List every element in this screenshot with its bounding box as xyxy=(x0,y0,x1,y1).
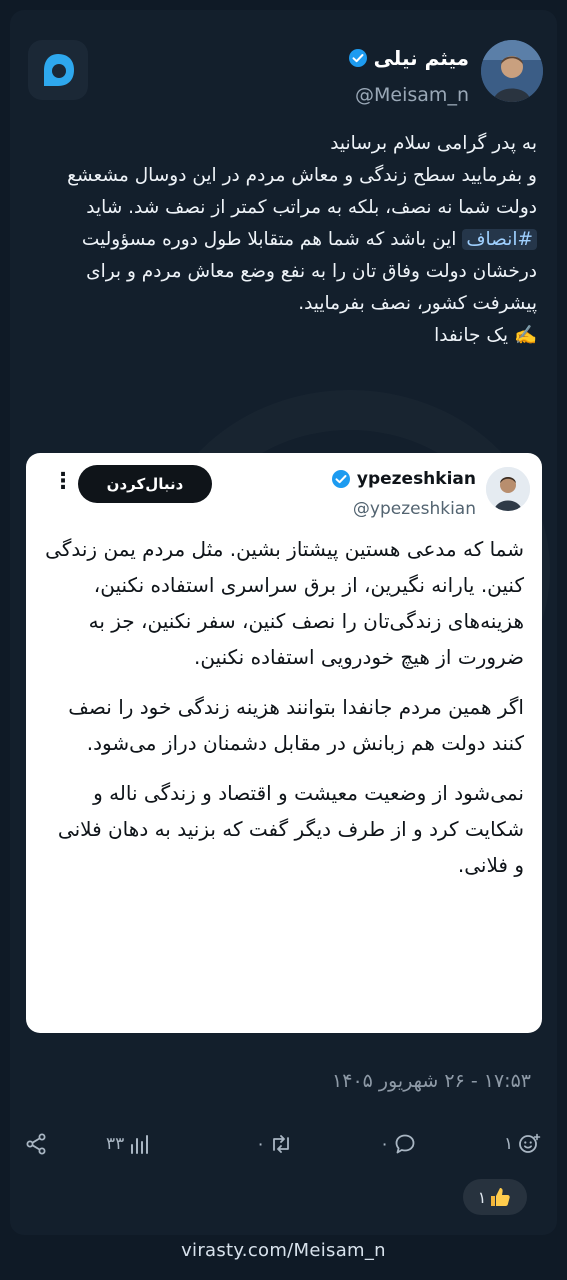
comment-button[interactable]: ۰ xyxy=(380,1124,417,1164)
author-handle[interactable]: @Meisam_n xyxy=(355,84,469,106)
quoted-author-handle[interactable]: @ypezeshkian xyxy=(353,499,476,519)
comment-count: ۰ xyxy=(380,1134,390,1154)
share-button[interactable] xyxy=(24,1124,48,1164)
views-counter[interactable]: ۳۳ xyxy=(106,1124,150,1164)
quoted-tweet-body: شما که مدعی هستین پیشتاز بشین. مثل مردم … xyxy=(42,531,524,897)
more-options-icon[interactable]: ⋮ xyxy=(52,467,74,497)
follow-button[interactable]: دنبال‌کردن xyxy=(78,465,212,503)
share-icon xyxy=(26,1133,46,1155)
virasty-logo[interactable] xyxy=(28,40,88,100)
comment-icon xyxy=(395,1134,415,1154)
author-avatar[interactable] xyxy=(481,40,543,102)
repost-icon xyxy=(273,1135,290,1153)
quoted-author-avatar[interactable] xyxy=(486,467,530,511)
quoted-paragraph: شما که مدعی هستین پیشتاز بشین. مثل مردم … xyxy=(45,537,524,669)
quoted-paragraph: اگر همین مردم جانفدا بتوانند هزینه زندگی… xyxy=(68,695,524,755)
react-button[interactable]: ۱ xyxy=(504,1124,541,1164)
add-reaction-icon xyxy=(519,1133,541,1153)
hashtag-link[interactable]: #انصاف xyxy=(462,229,537,250)
app-window: میثم نیلی @Meisam_n به پدر گرامی سلام بر… xyxy=(10,10,557,1235)
views-chart-icon xyxy=(131,1135,149,1154)
repost-button[interactable]: ۰ xyxy=(256,1124,293,1164)
repost-count: ۰ xyxy=(256,1134,266,1154)
thumbs-up-icon xyxy=(491,1188,510,1206)
reaction-count: ۱ xyxy=(504,1134,514,1154)
views-count: ۳۳ xyxy=(106,1134,125,1154)
tweet-text-before: به پدر گرامی سلام برسانید و بفرمایید سطح… xyxy=(67,133,537,218)
verified-badge-icon xyxy=(348,48,368,68)
thumbs-up-count: ۱ xyxy=(477,1187,487,1207)
thumbs-up-reaction-chip[interactable]: ۱ xyxy=(463,1179,527,1215)
virasty-logo-icon xyxy=(44,54,74,86)
author-name[interactable]: میثم نیلی xyxy=(374,46,469,70)
quoted-paragraph: نمی‌شود از وضعیت معیشت و اقتصاد و زندگی … xyxy=(57,781,524,877)
quoted-verified-badge-icon xyxy=(331,469,351,489)
quoted-author-name[interactable]: ypezeshkian xyxy=(357,469,476,489)
post-timestamp: ۱۷:۵۳ - ۲۶ شهریور ۱۴۰۵ xyxy=(332,1070,531,1092)
quoted-name-row: ypezeshkian xyxy=(331,469,476,489)
tweet-text: به پدر گرامی سلام برسانید و بفرمایید سطح… xyxy=(22,128,537,352)
action-bar: ۳۳ ۰ ۰ ۱ xyxy=(10,1124,557,1164)
author-name-row: میثم نیلی xyxy=(348,46,469,70)
quoted-tweet-card[interactable]: ypezeshkian @ypezeshkian دنبال‌کردن ⋮ شم… xyxy=(26,453,542,1033)
footer-url[interactable]: virasty.com/Meisam_n xyxy=(0,1228,567,1272)
